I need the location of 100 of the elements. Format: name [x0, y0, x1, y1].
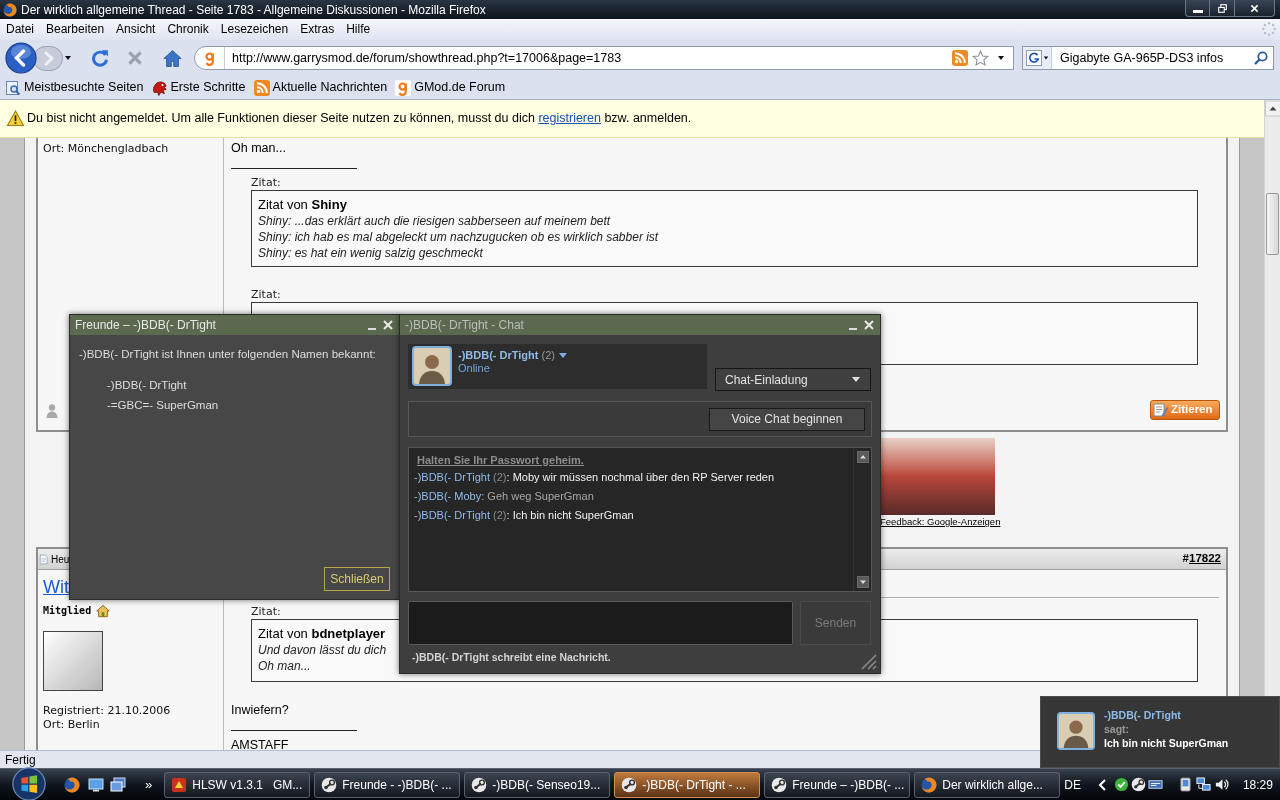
restore-button[interactable]: [1210, 0, 1235, 17]
tile-icon: [171, 776, 188, 793]
globe-icon: [921, 776, 938, 793]
quote-author: Zitat von Shiny: [258, 197, 347, 213]
history-dropdown-button[interactable]: [64, 54, 73, 62]
scrollbar-thumb[interactable]: [1266, 193, 1279, 255]
dropdown-caret-icon: [852, 377, 860, 382]
network-icon[interactable]: [1195, 777, 1211, 792]
minimize-icon: [849, 328, 857, 330]
key-icon: [471, 776, 488, 793]
key-icon[interactable]: [1130, 777, 1146, 792]
globe-icon[interactable]: [64, 776, 80, 793]
bookmark-item[interactable]: Meistbesuchte Seiten: [4, 78, 145, 97]
notification-verb: sagt:: [1104, 722, 1130, 736]
home-button[interactable]: [163, 48, 182, 68]
address-field[interactable]: http://www.garrysmod.de/forum/showthread.php?t=17006&page=1783: [194, 46, 1014, 70]
warning-icon: [7, 110, 24, 127]
minimize-icon: [1192, 10, 1203, 13]
username-link[interactable]: Wit: [43, 576, 69, 598]
contact-name[interactable]: -)BDB(- DrTight (2): [458, 349, 555, 362]
flag-icon: [12, 766, 46, 800]
menu-item[interactable]: Chronik: [161, 22, 215, 37]
user-info: Registriert: 21.10.2006: [43, 704, 171, 718]
chat-message: -)BDB(- DrTight (2): Moby wir müssen nochmal über den RP Server reden: [414, 470, 775, 485]
loading-spinner-icon: [1262, 22, 1276, 36]
close-window-button[interactable]: Schließen: [324, 567, 390, 591]
minimize-button[interactable]: [1185, 0, 1210, 17]
check-circle-icon[interactable]: [1113, 777, 1129, 792]
avatar-icon: [412, 346, 452, 386]
menu-item[interactable]: Extras: [294, 22, 341, 37]
quote-line: Shiny: ich hab es mal abgeleckt um nachzugucken ob es wirklich sabber ist: [258, 229, 659, 245]
chat-message: -)BDB(- Moby: Geh weg SuperGman: [414, 489, 594, 504]
window-title: Freunde – -)BDB(- DrTight: [75, 317, 216, 334]
post-text: Oh man...: [231, 141, 286, 155]
close-button[interactable]: [1235, 0, 1275, 17]
status-text: Fertig: [5, 751, 36, 769]
user-info: Ort: Berlin: [43, 718, 100, 732]
user-rank: Mitglied: [43, 605, 92, 617]
back-button[interactable]: [5, 42, 37, 74]
search-icon: [1253, 50, 1269, 66]
menu-item[interactable]: Ansicht: [110, 22, 162, 37]
stacked-windows-icon[interactable]: [110, 776, 126, 793]
reload-button[interactable]: [91, 49, 109, 67]
bookmark-item[interactable]: Erste Schritte: [150, 78, 247, 97]
dropdown-caret-icon: [997, 54, 1005, 62]
menu-item[interactable]: Datei: [0, 22, 40, 37]
speaker-icon[interactable]: [1213, 777, 1229, 792]
taskbar-button[interactable]: Freunde - -)BDB(- ...: [314, 771, 461, 798]
notification-message: Ich bin nicht SuperGman: [1104, 736, 1229, 750]
device-icon[interactable]: [1177, 777, 1193, 792]
ad-feedback-link[interactable]: Feedback: Google-Anzeigen: [880, 516, 1001, 528]
close-icon: [863, 319, 875, 331]
minimize-icon: [368, 328, 376, 330]
menu-item[interactable]: Bearbeiten: [40, 22, 111, 37]
clock[interactable]: 18:29: [1242, 775, 1273, 794]
quote-label: Zitat:: [251, 605, 281, 618]
invite-dropdown[interactable]: Chat-Einladung: [715, 368, 871, 391]
taskbar-button[interactable]: -)BDB(- Senseo19...: [464, 771, 611, 798]
message-input[interactable]: [408, 601, 793, 645]
scroll-up-icon[interactable]: [1265, 100, 1280, 117]
globe-icon: [3, 2, 17, 17]
network-card-icon[interactable]: [1147, 777, 1163, 792]
quote-line: Shiny: es hat ein wenig salzig geschmeckt: [258, 245, 483, 261]
start-button[interactable]: [12, 766, 46, 800]
taskbar-button[interactable]: HLSW v1.3.1 GM...: [164, 771, 311, 798]
alias-name: -)BDB(- DrTight: [107, 378, 187, 393]
creature-icon: [151, 79, 168, 96]
menu-item[interactable]: Lesezeichen: [214, 22, 295, 37]
quote-line: Oh man...: [258, 658, 311, 674]
restore-icon: [1216, 2, 1228, 14]
search-field[interactable]: Gigabyte GA-965P-DS3 infos: [1022, 46, 1274, 70]
language-indicator[interactable]: DE: [1064, 775, 1081, 794]
scroll-down-icon[interactable]: [856, 576, 869, 588]
user-info: Ort: Mönchengladbach: [43, 142, 169, 156]
rss-icon: [253, 79, 270, 96]
register-link[interactable]: registrieren: [538, 111, 601, 126]
post-icon: [39, 553, 49, 565]
bookmark-item[interactable]: Aktuelle Nachrichten: [252, 78, 389, 97]
search-engine-icon: [1026, 50, 1042, 66]
key-icon: [771, 776, 788, 793]
alias-name: -=GBC=- SuperGman: [107, 398, 219, 413]
login-notice: Du bist nicht angemeldet. Um alle Funktionen dieser Seite nutzen zu können, musst du dich registrieren bzw. anmelden.: [27, 110, 692, 128]
menu-item[interactable]: Hilfe: [340, 22, 377, 37]
voice-chat-button[interactable]: Voice Chat beginnen: [709, 407, 865, 431]
key-icon: [621, 776, 638, 793]
dropdown-caret-icon[interactable]: [558, 353, 567, 358]
bookmark-item[interactable]: GMod.de Forum: [394, 78, 507, 97]
taskbar-button[interactable]: Freunde – -)BDB(- ...: [764, 771, 911, 798]
chevron-left-icon[interactable]: [1096, 777, 1107, 792]
avatar-icon: [1057, 712, 1095, 750]
quote-line: Und davon lässt du dich: [258, 642, 387, 658]
post-title: Heu: [51, 552, 70, 567]
taskbar-button[interactable]: Der wirklich allge...: [914, 771, 1061, 798]
desktop-icon[interactable]: [88, 776, 104, 793]
taskbar-button[interactable]: -)BDB(- DrTight - ...: [614, 771, 761, 798]
scroll-up-icon[interactable]: [856, 451, 869, 463]
quote-author: Zitat von bdnetplayer: [258, 626, 386, 642]
post-number-link[interactable]: 17822: [1189, 552, 1221, 565]
quote-icon: [1153, 402, 1169, 418]
overflow-button[interactable]: »: [145, 777, 153, 792]
